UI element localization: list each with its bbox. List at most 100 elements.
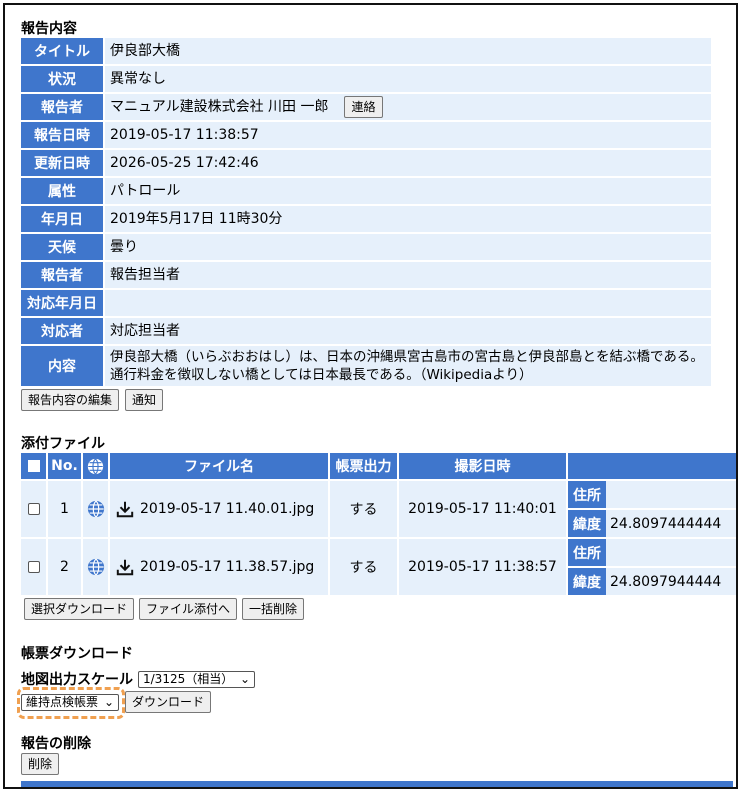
report-table: タイトル 伊良部大橋 状況 異常なし 報告者 マニュアル建設株式会社 川田 一郎…	[21, 38, 711, 411]
row-value: パトロール	[105, 178, 711, 204]
row-label: 状況	[21, 66, 103, 92]
report-row-content: 内容 伊良部大橋（いらぶおおはし）は、日本の沖縄県宮古島市の宮古島と伊良部島とを…	[21, 346, 711, 386]
row-value: 異常なし	[105, 66, 711, 92]
header-file-name: ファイル名	[110, 453, 328, 479]
bottom-bar	[21, 781, 733, 787]
row-label: 対応者	[21, 318, 103, 344]
row-value: 伊良部大橋（いらぶおおはし）は、日本の沖縄県宮古島市の宮古島と伊良部島とを結ぶ橋…	[105, 346, 711, 386]
form-download-title: 帳票ダウンロード	[21, 646, 133, 662]
download-icon	[116, 559, 134, 576]
attachments-section-title: 添付ファイル	[21, 436, 105, 452]
row-label: 更新日時	[21, 150, 103, 176]
row-no: 2	[48, 539, 81, 595]
report-row-attribute: 属性 パトロール	[21, 178, 711, 204]
globe-header-icon	[83, 453, 108, 479]
notify-button[interactable]: 通知	[125, 389, 164, 411]
row-value: 2026-05-25 17:42:46	[105, 150, 711, 176]
row-value	[105, 290, 711, 316]
row-label: タイトル	[21, 38, 103, 64]
header-no: No.	[48, 453, 81, 479]
row-label: 報告者	[21, 262, 103, 288]
checkbox-box	[27, 561, 40, 573]
address-label: 住所	[568, 481, 606, 508]
address-line: 住所	[568, 481, 736, 508]
globe-icon[interactable]	[83, 539, 108, 595]
globe-icon[interactable]	[83, 481, 108, 537]
header-form-output: 帳票出力	[330, 453, 397, 479]
reporter-name: マニュアル建設株式会社 川田 一郎	[110, 99, 329, 115]
location-cell: 住所 緯度 24.8097444444	[568, 481, 736, 537]
row-value: 伊良部大橋	[105, 38, 711, 64]
row-label: 対応年月日	[21, 290, 103, 316]
select-all-checkbox[interactable]	[21, 453, 46, 479]
delete-report-button[interactable]: 削除	[21, 753, 60, 775]
row-label: 報告者	[21, 94, 103, 120]
globe-icon	[87, 457, 104, 475]
content-line-2: 通行料金を徴収しない橋としては日本最長である。（Wikipediaより）	[110, 367, 533, 383]
header-location	[568, 453, 736, 479]
content-line-1: 伊良部大橋（いらぶおおはし）は、日本の沖縄県宮古島市の宮古島と伊良部島とを結ぶ橋…	[110, 349, 704, 365]
row-label: 属性	[21, 178, 103, 204]
row-value: マニュアル建設株式会社 川田 一郎 連絡	[105, 94, 711, 120]
row-value: 2019-05-17 11:38:57	[105, 122, 711, 148]
download-button[interactable]: ダウンロード	[125, 691, 212, 713]
row-value: 報告担当者	[105, 262, 711, 288]
latitude-label: 緯度	[568, 568, 606, 595]
row-label: 年月日	[21, 206, 103, 232]
attachment-actions: 選択ダウンロード ファイル添付へ 一括削除	[24, 598, 305, 620]
header-shot-date: 撮影日時	[399, 453, 566, 479]
delete-section-title: 報告の削除	[21, 736, 91, 752]
scale-select[interactable]: 1/3125（相当） ⌄	[138, 670, 255, 688]
report-row-weather: 天候 曇り	[21, 234, 711, 260]
chevron-down-icon: ⌄	[103, 694, 114, 709]
attachments-table: No. ファイル名 帳票出力 撮影日時 1 2019-05-17 11.40.0…	[21, 453, 736, 595]
form-type-value: 維持点検帳票	[26, 694, 99, 709]
contact-button[interactable]: 連絡	[344, 96, 383, 118]
edit-report-button[interactable]: 報告内容の編集	[21, 389, 120, 411]
row-checkbox[interactable]	[21, 539, 46, 595]
row-value: 2019年5月17日 11時30分	[105, 206, 711, 232]
form-output-value: する	[330, 481, 397, 537]
checkbox-box	[27, 503, 40, 515]
latitude-line: 緯度 24.8097944444	[568, 568, 736, 595]
row-checkbox[interactable]	[21, 481, 46, 537]
report-row-updated-at: 更新日時 2026-05-25 17:42:46	[21, 150, 711, 176]
checkbox-box	[27, 460, 40, 472]
report-row-date: 年月日 2019年5月17日 11時30分	[21, 206, 711, 232]
report-row-status: 状況 異常なし	[21, 66, 711, 92]
report-section-title: 報告内容	[21, 21, 77, 37]
shot-date-value: 2019-05-17 11:40:01	[399, 481, 566, 537]
report-row-reporter: 報告者 マニュアル建設株式会社 川田 一郎 連絡	[21, 94, 711, 120]
table-row: 2 2019-05-17 11.38.57.jpg する 2019-05-17 …	[21, 539, 736, 595]
latitude-value: 24.8097944444	[610, 573, 722, 590]
file-name-link[interactable]: 2019-05-17 11.38.57.jpg	[140, 559, 314, 575]
shot-date-value: 2019-05-17 11:38:57	[399, 539, 566, 595]
attachments-header: No. ファイル名 帳票出力 撮影日時	[21, 453, 736, 479]
form-output-value: する	[330, 539, 397, 595]
form-select-row: 維持点検帳票 ⌄ ダウンロード	[21, 691, 212, 713]
row-label: 天候	[21, 234, 103, 260]
select-download-button[interactable]: 選択ダウンロード	[24, 598, 135, 620]
scale-label: 地図出力スケール	[21, 672, 133, 688]
report-row-reported-at: 報告日時 2019-05-17 11:38:57	[21, 122, 711, 148]
attach-file-button[interactable]: ファイル添付へ	[139, 598, 238, 620]
table-row: 1 2019-05-17 11.40.01.jpg する 2019-05-17 …	[21, 481, 736, 537]
report-row-responder: 対応者 対応担当者	[21, 318, 711, 344]
row-value: 対応担当者	[105, 318, 711, 344]
address-line: 住所	[568, 539, 736, 566]
row-value: 曇り	[105, 234, 711, 260]
file-cell: 2019-05-17 11.40.01.jpg	[110, 481, 328, 537]
page-frame: 報告内容 タイトル 伊良部大橋 状況 異常なし 報告者 マニュアル建設株式会社 …	[3, 3, 738, 789]
bulk-delete-button[interactable]: 一括削除	[242, 598, 305, 620]
location-cell: 住所 緯度 24.8097944444	[568, 539, 736, 595]
latitude-value: 24.8097444444	[610, 515, 722, 532]
chevron-down-icon: ⌄	[239, 671, 250, 686]
file-name-link[interactable]: 2019-05-17 11.40.01.jpg	[140, 501, 314, 517]
address-label: 住所	[568, 539, 606, 566]
row-no: 1	[48, 481, 81, 537]
latitude-label: 緯度	[568, 510, 606, 537]
form-type-select[interactable]: 維持点検帳票 ⌄	[21, 693, 119, 711]
scale-row: 地図出力スケール 1/3125（相当） ⌄	[21, 669, 255, 689]
report-actions: 報告内容の編集 通知	[21, 389, 711, 411]
file-cell: 2019-05-17 11.38.57.jpg	[110, 539, 328, 595]
